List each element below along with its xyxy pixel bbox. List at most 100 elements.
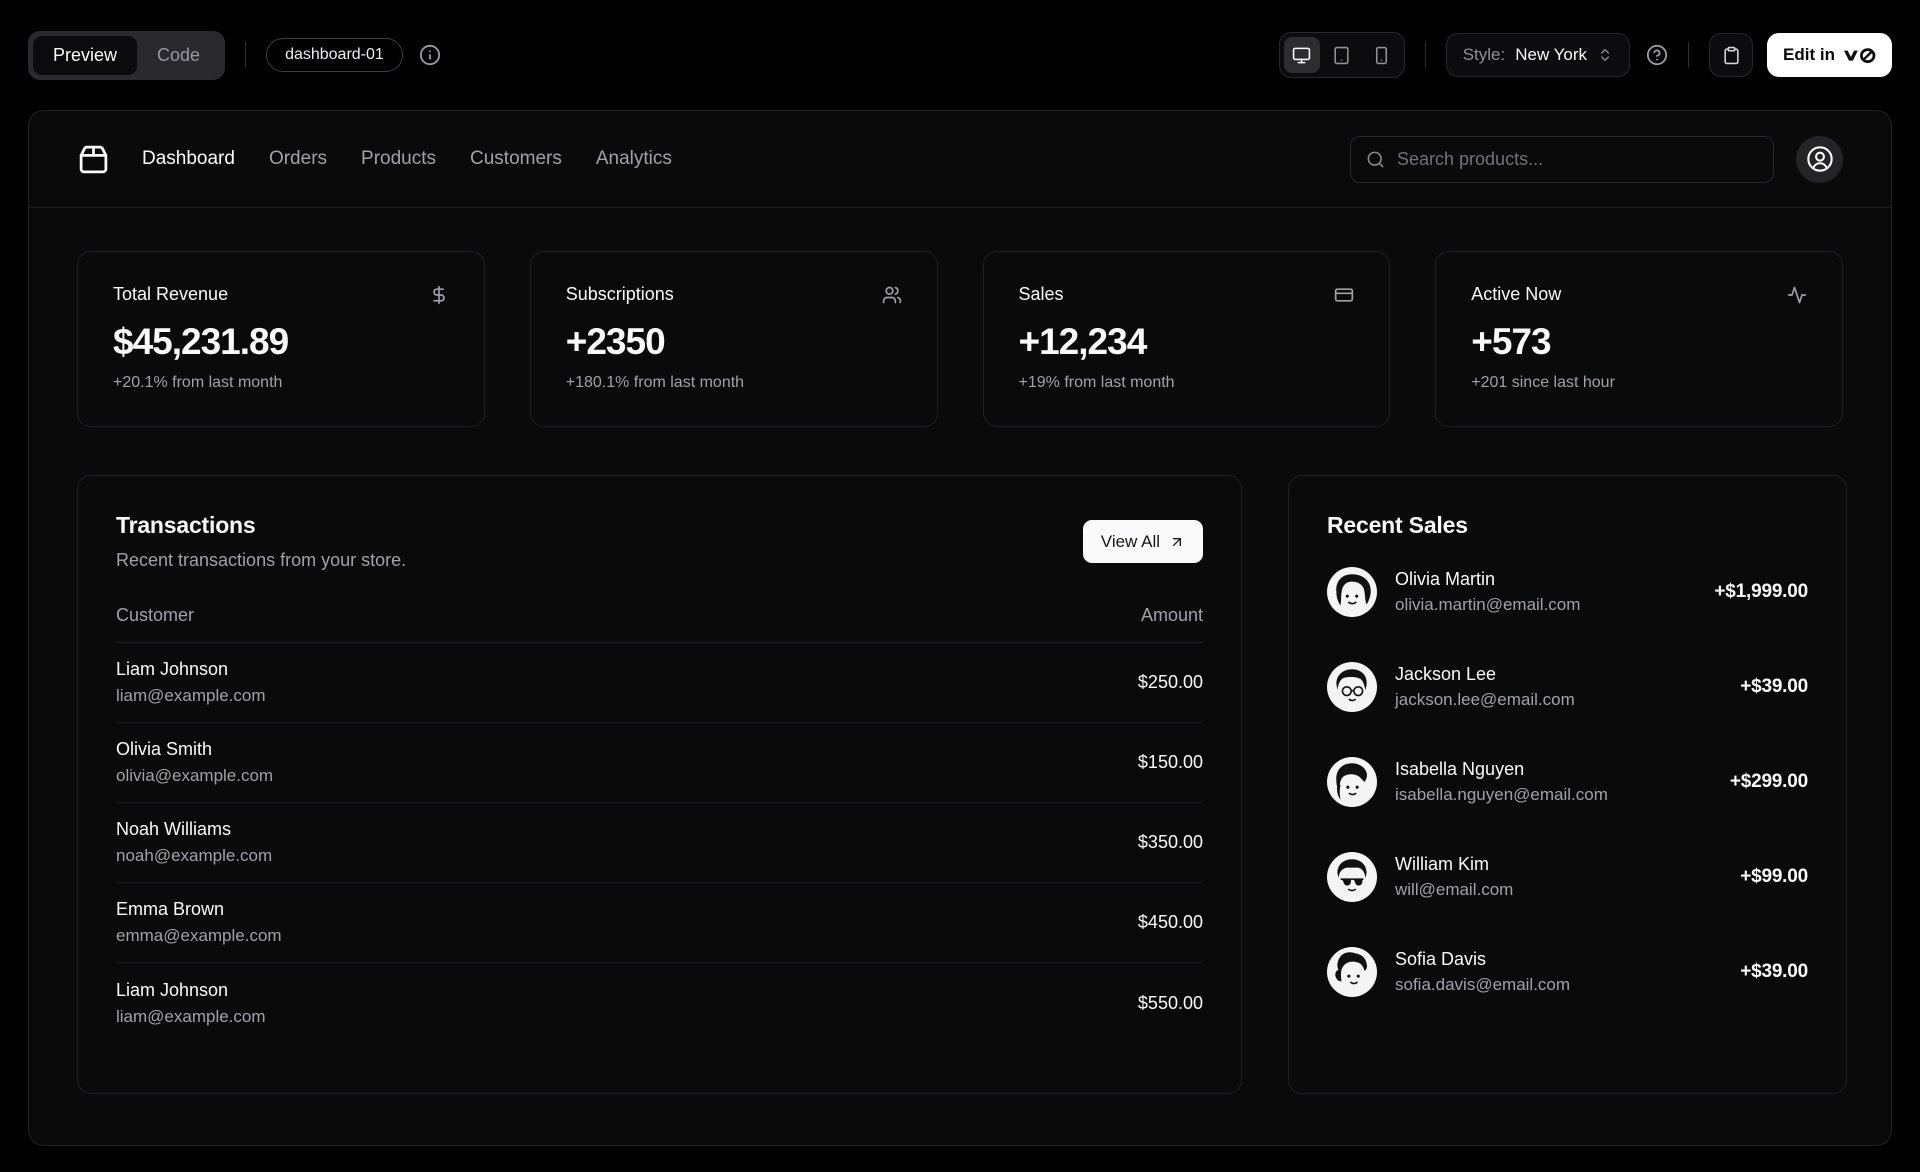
customer-name: Liam Johnson	[116, 979, 229, 1000]
toolbar-divider	[1688, 42, 1690, 68]
table-row[interactable]: Olivia Smith olivia@example.com $150.00	[116, 723, 1203, 803]
device-preview-toggle	[1278, 32, 1405, 78]
sale-customer-email: isabella.nguyen@email.com	[1395, 785, 1608, 804]
list-item[interactable]: William Kim will@email.com +$99.00	[1327, 852, 1808, 902]
toolbar-divider	[245, 42, 247, 68]
table-row[interactable]: Liam Johnson liam@example.com $550.00	[116, 963, 1203, 1043]
users-icon	[882, 285, 902, 305]
sale-customer-email: olivia.martin@email.com	[1395, 595, 1581, 614]
package-icon[interactable]	[77, 143, 110, 176]
tablet-icon[interactable]	[1324, 37, 1360, 73]
customer-name: Liam Johnson	[116, 659, 229, 679]
clipboard-icon	[1722, 46, 1741, 65]
sale-amount: +$39.00	[1740, 961, 1808, 982]
stat-change: +19% from last month	[1018, 374, 1175, 391]
sale-customer-name: Olivia Martin	[1395, 569, 1496, 589]
code-tab[interactable]: Code	[137, 36, 220, 75]
sale-customer-name: Isabella Nguyen	[1395, 759, 1525, 779]
dashboard-preview-panel: Dashboard Orders Products Customers Anal…	[28, 110, 1892, 1146]
search-icon	[1366, 150, 1385, 169]
info-circle-icon[interactable]	[419, 44, 441, 66]
stat-card-total-revenue: Total Revenue $45,231.89 +20.1% from las…	[77, 251, 485, 427]
activity-icon	[1787, 285, 1807, 305]
toolbar-divider	[1424, 42, 1426, 68]
customer-name: Noah Williams	[116, 819, 232, 839]
transactions-table-header: Customer Amount	[116, 605, 1203, 643]
avatar	[1327, 662, 1377, 712]
sale-amount: +$299.00	[1729, 771, 1808, 792]
credit-card-icon	[1334, 285, 1354, 305]
style-select-value: New York	[1515, 45, 1588, 64]
transaction-amount: $350.00	[1137, 832, 1203, 852]
avatar	[1327, 852, 1377, 902]
product-search	[1350, 135, 1774, 183]
sale-customer-email: sofia.davis@email.com	[1395, 975, 1571, 994]
customer-email: liam@example.com	[116, 686, 266, 705]
customer-name: Emma Brown	[116, 899, 225, 919]
list-item[interactable]: Jackson Lee jackson.lee@email.com +$39.0…	[1327, 662, 1808, 712]
stat-value: +573	[1471, 321, 1551, 362]
customer-name: Olivia Smith	[116, 739, 213, 759]
nav-item-customers[interactable]: Customers	[470, 148, 562, 170]
nav-item-products[interactable]: Products	[361, 148, 436, 170]
view-all-button[interactable]: View All	[1082, 520, 1203, 563]
style-select[interactable]: Style: New York	[1445, 33, 1631, 77]
view-all-label: View All	[1100, 531, 1160, 551]
help-circle-icon[interactable]	[1646, 44, 1668, 66]
search-input[interactable]	[1397, 148, 1758, 170]
style-select-label: Style:	[1462, 45, 1506, 64]
list-item[interactable]: Sofia Davis sofia.davis@email.com +$39.0…	[1327, 947, 1808, 997]
stat-cards-row: Total Revenue $45,231.89 +20.1% from las…	[77, 251, 1843, 427]
nav-links: Dashboard Orders Products Customers Anal…	[142, 148, 672, 170]
smartphone-icon[interactable]	[1364, 37, 1400, 73]
sale-amount: +$39.00	[1740, 676, 1808, 697]
dashboard-content: Total Revenue $45,231.89 +20.1% from las…	[29, 208, 1891, 1094]
avatar	[1327, 947, 1377, 997]
customer-email: liam@example.com	[116, 1006, 266, 1026]
toolbar-right-group: Style: New York Edit in	[1278, 32, 1892, 78]
sale-amount: +$1,999.00	[1714, 581, 1808, 602]
dashboard-navbar: Dashboard Orders Products Customers Anal…	[29, 111, 1891, 208]
sale-customer-name: William Kim	[1395, 854, 1489, 874]
customer-email: emma@example.com	[116, 926, 282, 945]
stat-card-sales: Sales +12,234 +19% from last month	[982, 251, 1391, 427]
v0-logo-icon	[1843, 47, 1876, 64]
edit-in-v0-label: Edit in	[1783, 45, 1835, 64]
dollar-sign-icon	[429, 285, 449, 305]
chevrons-up-down-icon	[1597, 47, 1613, 63]
preview-tab[interactable]: Preview	[33, 35, 138, 75]
customer-email: noah@example.com	[116, 846, 273, 865]
sale-customer-name: Jackson Lee	[1395, 664, 1497, 684]
block-name-badge: dashboard-01	[266, 38, 403, 72]
transaction-amount: $550.00	[1137, 992, 1203, 1013]
sale-customer-name: Sofia Davis	[1395, 949, 1487, 969]
nav-item-analytics[interactable]: Analytics	[596, 148, 672, 170]
nav-item-orders[interactable]: Orders	[269, 148, 327, 170]
transaction-amount: $250.00	[1137, 672, 1203, 692]
stat-change: +20.1% from last month	[113, 374, 283, 391]
table-row[interactable]: Noah Williams noah@example.com $350.00	[116, 803, 1203, 883]
arrow-up-right-icon	[1169, 534, 1185, 550]
recent-sales-title: Recent Sales	[1327, 512, 1468, 538]
column-customer: Customer	[116, 605, 195, 625]
account-menu-button[interactable]	[1796, 135, 1843, 183]
transactions-card: Transactions Recent transactions from yo…	[77, 475, 1242, 1094]
sale-customer-email: will@email.com	[1395, 880, 1514, 899]
list-item[interactable]: Olivia Martin olivia.martin@email.com +$…	[1327, 567, 1808, 617]
lower-cards-row: Transactions Recent transactions from yo…	[77, 475, 1847, 1094]
list-item[interactable]: Isabella Nguyen isabella.nguyen@email.co…	[1327, 757, 1808, 807]
monitor-icon[interactable]	[1283, 37, 1320, 73]
clipboard-copy-button[interactable]	[1709, 33, 1754, 77]
user-circle-icon	[1806, 145, 1834, 173]
stat-change: +180.1% from last month	[565, 374, 745, 391]
stat-title: Active Now	[1471, 284, 1562, 304]
edit-in-v0-button[interactable]: Edit in	[1767, 33, 1892, 77]
nav-item-dashboard[interactable]: Dashboard	[142, 148, 235, 170]
table-row[interactable]: Emma Brown emma@example.com $450.00	[116, 883, 1203, 963]
top-toolbar: Preview Code dashboard-01 Style: New Yor…	[0, 0, 1920, 110]
table-row[interactable]: Liam Johnson liam@example.com $250.00	[116, 643, 1203, 723]
column-amount: Amount	[1140, 605, 1203, 625]
avatar	[1327, 757, 1377, 807]
recent-sales-list: Olivia Martin olivia.martin@email.com +$…	[1327, 567, 1808, 997]
toolbar-left-group: Preview Code dashboard-01	[28, 30, 441, 80]
